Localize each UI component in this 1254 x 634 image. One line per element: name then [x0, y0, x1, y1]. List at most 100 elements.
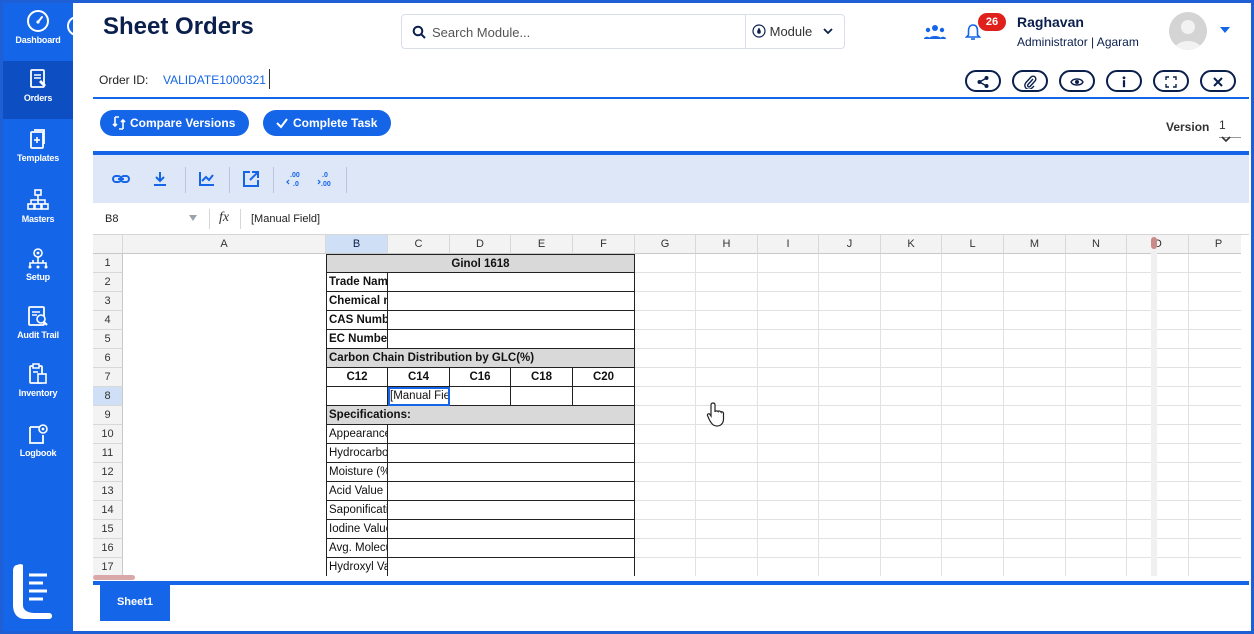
- section-header-cell[interactable]: Specifications:: [326, 406, 635, 425]
- label-cell[interactable]: Appearance: [326, 425, 388, 444]
- grid-cell[interactable]: [1189, 254, 1241, 273]
- grid-cell[interactable]: [635, 482, 696, 501]
- grid-cell[interactable]: [1066, 254, 1127, 273]
- sidebar-item-logbook[interactable]: Logbook: [3, 422, 73, 468]
- grid-cell[interactable]: [881, 425, 942, 444]
- grid-cell[interactable]: [1004, 349, 1066, 368]
- grid-cell[interactable]: [819, 311, 881, 330]
- label-cell[interactable]: Iodine Value: [326, 520, 388, 539]
- grid-cell[interactable]: [758, 425, 819, 444]
- section-header-cell[interactable]: Carbon Chain Distribution by GLC(%): [326, 349, 635, 368]
- grid-cell[interactable]: [1066, 463, 1127, 482]
- grid-cell[interactable]: [1066, 311, 1127, 330]
- compare-versions-button[interactable]: Compare Versions: [100, 110, 250, 136]
- grid-cell[interactable]: [758, 292, 819, 311]
- version-select[interactable]: 1: [1219, 118, 1241, 143]
- column-label-cell[interactable]: C20: [573, 368, 635, 387]
- grid-cell[interactable]: [942, 292, 1004, 311]
- grid-cell[interactable]: [635, 368, 696, 387]
- grid-cell[interactable]: [758, 273, 819, 292]
- grid-cell[interactable]: [1004, 368, 1066, 387]
- grid-cell[interactable]: [1189, 273, 1241, 292]
- grid-cell[interactable]: [635, 558, 696, 576]
- label-cell[interactable]: EC Number: [326, 330, 388, 349]
- grid-cell[interactable]: [881, 501, 942, 520]
- grid-cell[interactable]: [819, 520, 881, 539]
- grid-cell[interactable]: [696, 311, 758, 330]
- grid-cell[interactable]: [696, 520, 758, 539]
- grid-cell[interactable]: [1004, 292, 1066, 311]
- row-header[interactable]: 14: [93, 501, 123, 520]
- value-cell[interactable]: [388, 330, 635, 349]
- grid-cell[interactable]: [758, 330, 819, 349]
- grid-cell[interactable]: [635, 330, 696, 349]
- row-header[interactable]: 6: [93, 349, 123, 368]
- column-header[interactable]: M: [1004, 235, 1066, 254]
- grid-cell[interactable]: [1004, 406, 1066, 425]
- grid-cell[interactable]: [758, 444, 819, 463]
- grid-cell[interactable]: [881, 311, 942, 330]
- grid-cell[interactable]: [881, 406, 942, 425]
- label-cell[interactable]: Chemical name: [326, 292, 388, 311]
- grid-cell[interactable]: [635, 520, 696, 539]
- grid-cell[interactable]: [696, 444, 758, 463]
- grid-cell[interactable]: [1066, 558, 1127, 576]
- grid-cell[interactable]: [635, 425, 696, 444]
- label-cell[interactable]: Hydrocarbons(% By WT): [326, 444, 388, 463]
- grid-cell[interactable]: [696, 539, 758, 558]
- grid-cell[interactable]: [758, 311, 819, 330]
- grid-cell[interactable]: [1189, 520, 1241, 539]
- column-header[interactable]: C: [388, 235, 450, 254]
- grid-cell[interactable]: [758, 254, 819, 273]
- grid-cell[interactable]: [819, 482, 881, 501]
- grid-cell[interactable]: [1004, 330, 1066, 349]
- grid-cell[interactable]: [758, 482, 819, 501]
- grid-cell[interactable]: [881, 520, 942, 539]
- grid-cell[interactable]: [819, 330, 881, 349]
- grid-cell[interactable]: [696, 330, 758, 349]
- module-select[interactable]: Module: [752, 24, 834, 39]
- label-cell[interactable]: Acid Value: [326, 482, 388, 501]
- column-header[interactable]: B: [326, 235, 388, 254]
- grid-cell[interactable]: [635, 273, 696, 292]
- grid-cell[interactable]: [942, 444, 1004, 463]
- grid-cell[interactable]: [819, 368, 881, 387]
- value-cell[interactable]: [388, 311, 635, 330]
- column-header[interactable]: O: [1127, 235, 1189, 254]
- row-header[interactable]: 12: [93, 463, 123, 482]
- grid-cell[interactable]: [819, 273, 881, 292]
- grid-cell[interactable]: [819, 558, 881, 576]
- sheet-tab[interactable]: Sheet1: [100, 585, 170, 621]
- column-header[interactable]: H: [696, 235, 758, 254]
- grid-cell[interactable]: [1004, 444, 1066, 463]
- label-cell[interactable]: Saponification Value: [326, 501, 388, 520]
- grid-cell[interactable]: [758, 368, 819, 387]
- grid-cell[interactable]: [1127, 463, 1189, 482]
- complete-task-button[interactable]: Complete Task: [263, 110, 392, 136]
- grid-cell[interactable]: [1189, 425, 1241, 444]
- grid-cell[interactable]: [819, 406, 881, 425]
- grid-cell[interactable]: [1066, 444, 1127, 463]
- grid-cell[interactable]: [819, 425, 881, 444]
- avatar[interactable]: [1169, 12, 1207, 50]
- grid-cell[interactable]: [1127, 349, 1189, 368]
- grid-cell[interactable]: [1004, 501, 1066, 520]
- grid-cell[interactable]: [635, 254, 696, 273]
- value-cell[interactable]: [388, 273, 635, 292]
- grid-cell[interactable]: [1189, 463, 1241, 482]
- grid-cell[interactable]: [758, 349, 819, 368]
- grid-cell[interactable]: [819, 539, 881, 558]
- grid-cell[interactable]: [1127, 273, 1189, 292]
- grid-cell[interactable]: [881, 482, 942, 501]
- value-cell[interactable]: [388, 444, 635, 463]
- grid-cell[interactable]: [942, 501, 1004, 520]
- grid-cell[interactable]: [758, 406, 819, 425]
- column-header[interactable]: J: [819, 235, 881, 254]
- grid-cell[interactable]: [1189, 349, 1241, 368]
- grid-cell[interactable]: [942, 520, 1004, 539]
- grid-cell[interactable]: [1066, 501, 1127, 520]
- row-header[interactable]: 2: [93, 273, 123, 292]
- row-header[interactable]: 11: [93, 444, 123, 463]
- label-cell[interactable]: Trade Name: [326, 273, 388, 292]
- grid-cell[interactable]: [696, 501, 758, 520]
